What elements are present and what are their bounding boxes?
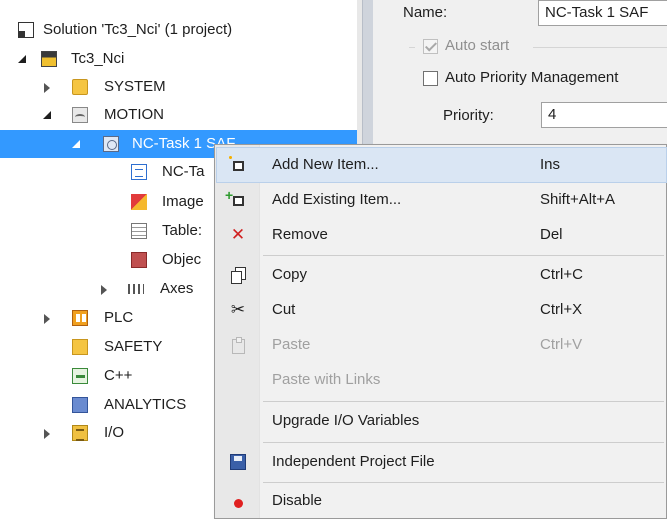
tree-node-motion[interactable]: MOTION (0, 101, 357, 129)
priority-label: Priority: (443, 107, 494, 124)
remove-icon: ✕ (230, 225, 246, 244)
menu-item-paste-with-links[interactable]: Paste with Links (217, 363, 666, 397)
paste-icon (230, 337, 246, 354)
analytics-icon (72, 397, 88, 413)
disable-icon (234, 499, 243, 508)
copy-icon (230, 267, 246, 284)
tree-node-label: Table: (162, 222, 203, 239)
menu-item-upgrade-io-variables[interactable]: Upgrade I/O Variables (217, 404, 666, 438)
tree-node-label: MOTION (104, 106, 164, 123)
menu-item-label: Disable (272, 492, 323, 509)
expand-closed-icon[interactable] (41, 82, 53, 94)
table-icon (131, 223, 147, 239)
object-icon (131, 252, 147, 268)
solution-icon (18, 22, 34, 38)
menu-item-add-new-item[interactable]: Add New Item... Ins (216, 147, 667, 183)
menu-item-shortcut: Del (540, 226, 563, 243)
menu-item-label: Cut (272, 301, 296, 318)
tree-node-label: Image (162, 193, 204, 210)
menu-separator (263, 482, 664, 483)
priority-field[interactable]: 4 (541, 102, 667, 128)
menu-item-label: Upgrade I/O Variables (272, 412, 420, 429)
expand-closed-icon[interactable] (98, 284, 110, 296)
auto-priority-label: Auto Priority Management (445, 69, 619, 86)
add-existing-item-icon (225, 187, 244, 206)
system-gear-icon (72, 79, 88, 95)
tree-node-project[interactable]: Tc3_Nci (0, 45, 357, 73)
menu-item-label: Remove (272, 226, 328, 243)
menu-item-label: Add New Item... (272, 156, 379, 173)
auto-start-label: Auto start (445, 37, 510, 54)
tree-node-label: I/O (104, 424, 125, 441)
menu-item-shortcut: Ctrl+V (540, 336, 583, 353)
cpp-icon (72, 368, 88, 384)
save-icon (230, 454, 246, 470)
nc-task-icon (103, 136, 119, 152)
menu-item-label: Copy (272, 266, 308, 283)
tree-node-label: SYSTEM (104, 78, 166, 95)
auto-priority-checkbox[interactable] (423, 71, 438, 86)
tree-node-label: ANALYTICS (104, 396, 187, 413)
safety-icon (72, 339, 88, 355)
menu-item-copy[interactable]: Copy Ctrl+C (217, 258, 666, 292)
group-border (533, 47, 667, 48)
plc-icon (72, 310, 88, 326)
menu-item-shortcut: Ctrl+C (540, 266, 583, 283)
tree-node-label: SAFETY (104, 338, 163, 355)
name-field[interactable]: NC-Task 1 SAF (538, 0, 667, 26)
add-new-item-icon (228, 155, 244, 171)
project-icon (41, 51, 57, 67)
tree-node-label: Axes (160, 280, 194, 297)
menu-item-add-existing-item[interactable]: Add Existing Item... Shift+Alt+A (217, 183, 666, 217)
expand-open-icon[interactable] (16, 54, 28, 66)
group-border (409, 47, 415, 48)
menu-item-shortcut: Ins (540, 156, 561, 173)
tree-node-label: C++ (104, 367, 133, 384)
expand-closed-icon[interactable] (41, 428, 53, 440)
motion-icon (72, 107, 88, 123)
menu-item-remove[interactable]: ✕ Remove Del (217, 218, 666, 252)
menu-item-independent-project-file[interactable]: Independent Project File (217, 445, 666, 479)
axes-icon (128, 284, 144, 294)
tree-node-label: Tc3_Nci (71, 50, 125, 67)
expand-open-icon[interactable] (70, 139, 82, 151)
name-label: Name: (403, 4, 448, 21)
expand-closed-icon[interactable] (41, 313, 53, 325)
menu-item-shortcut: Ctrl+X (540, 301, 583, 318)
io-icon (72, 425, 88, 441)
expand-open-icon[interactable] (41, 110, 53, 122)
menu-separator (263, 401, 664, 402)
menu-item-cut[interactable]: ✂ Cut Ctrl+X (217, 293, 666, 327)
auto-start-checkbox[interactable] (423, 39, 438, 54)
menu-separator (263, 255, 664, 256)
tree-node-label: PLC (104, 309, 134, 326)
menu-item-paste[interactable]: Paste Ctrl+V (217, 328, 666, 362)
menu-item-label: Add Existing Item... (272, 191, 402, 208)
tree-node-label: Objec (162, 251, 202, 268)
document-icon (131, 164, 147, 180)
context-menu: Add New Item... Ins Add Existing Item...… (214, 144, 667, 519)
cut-icon: ✂ (230, 300, 246, 319)
menu-item-disable[interactable]: Disable (217, 484, 666, 518)
image-icon (131, 194, 147, 210)
menu-item-shortcut: Shift+Alt+A (540, 191, 616, 208)
tree-node-label: Solution 'Tc3_Nci' (1 project) (43, 21, 233, 38)
menu-item-label: Paste (272, 336, 311, 353)
menu-item-label: Independent Project File (272, 453, 435, 470)
tree-node-solution[interactable]: Solution 'Tc3_Nci' (1 project) (0, 16, 357, 44)
menu-separator (263, 442, 664, 443)
menu-item-label: Paste with Links (272, 371, 381, 388)
tree-node-system[interactable]: SYSTEM (0, 73, 357, 101)
tree-node-label: NC-Ta (162, 163, 205, 180)
